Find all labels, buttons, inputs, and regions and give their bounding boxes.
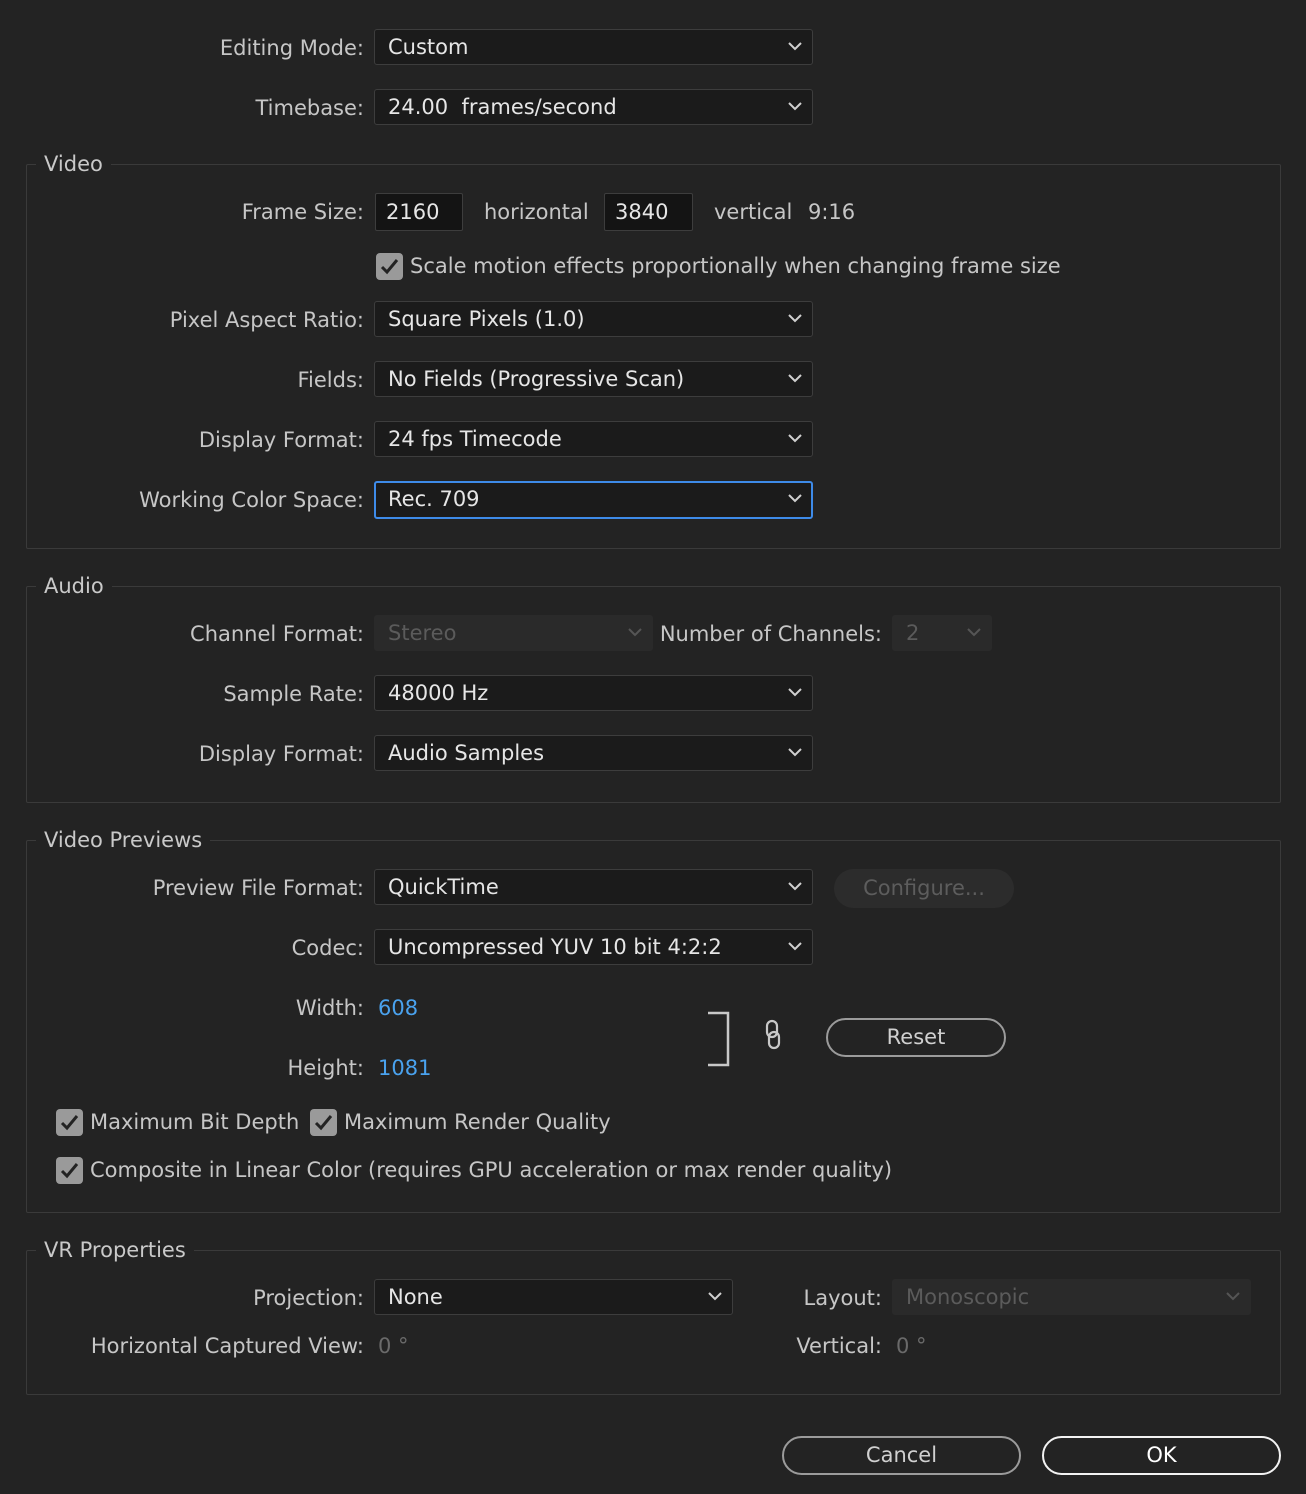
vertical-captured-value: 0 ° [896, 1334, 927, 1358]
checkmark-icon [60, 1163, 79, 1179]
projection-value: None [388, 1285, 443, 1309]
max-bit-depth-checkbox[interactable] [56, 1109, 83, 1136]
chevron-down-icon [708, 1292, 722, 1301]
preview-width-label: Width: [295, 996, 364, 1020]
cancel-button[interactable]: Cancel [782, 1436, 1021, 1475]
layout-value: Monoscopic [906, 1285, 1030, 1309]
color-space-dropdown[interactable]: Rec. 709 [374, 481, 813, 519]
chevron-down-icon [788, 374, 802, 383]
sample-rate-label: Sample Rate: [223, 682, 364, 706]
pixel-aspect-dropdown[interactable]: Square Pixels (1.0) [374, 301, 813, 337]
video-display-format-label: Display Format: [198, 428, 364, 452]
h-captured-view-value: 0 ° [378, 1334, 409, 1358]
editing-mode-value: Custom [388, 35, 469, 59]
vertical-text: vertical [714, 200, 793, 224]
chevron-down-icon [788, 42, 802, 51]
video-display-format-value: 24 fps Timecode [388, 427, 562, 451]
num-channels-value: 2 [906, 621, 920, 645]
chevron-down-icon [628, 628, 642, 637]
preview-file-format-label: Preview File Format: [152, 876, 364, 900]
audio-display-format-dropdown[interactable]: Audio Samples [374, 735, 813, 771]
max-render-quality-checkbox[interactable] [310, 1109, 337, 1136]
color-space-value: Rec. 709 [388, 487, 480, 511]
ok-button[interactable]: OK [1042, 1436, 1281, 1475]
vertical-captured-label: Vertical: [796, 1334, 882, 1358]
codec-dropdown[interactable]: Uncompressed YUV 10 bit 4:2:2 [374, 929, 813, 965]
editing-mode-dropdown[interactable]: Custom [374, 29, 813, 65]
frame-size-label: Frame Size: [241, 200, 364, 224]
frame-width-input[interactable]: 2160 [375, 193, 463, 231]
video-display-format-dropdown[interactable]: 24 fps Timecode [374, 421, 813, 457]
vr-properties-section-title: VR Properties [36, 1235, 194, 1265]
preview-height-value[interactable]: 1081 [378, 1049, 431, 1087]
sample-rate-dropdown[interactable]: 48000 Hz [374, 675, 813, 711]
checkmark-icon [380, 259, 399, 275]
timebase-label: Timebase: [255, 96, 364, 120]
audio-display-format-value: Audio Samples [388, 741, 545, 765]
chevron-down-icon [788, 882, 802, 891]
timebase-value: 24.00 frames/second [388, 95, 617, 119]
projection-dropdown[interactable]: None [374, 1279, 733, 1315]
fields-dropdown[interactable]: No Fields (Progressive Scan) [374, 361, 813, 397]
sample-rate-value: 48000 Hz [388, 681, 489, 705]
h-captured-view-label: Horizontal Captured View: [90, 1334, 364, 1358]
editing-mode-label: Editing Mode: [219, 36, 364, 60]
chevron-down-icon [788, 102, 802, 111]
chevron-down-icon [788, 314, 802, 323]
num-channels-label: Number of Channels: [659, 622, 882, 646]
max-render-quality-label[interactable]: Maximum Render Quality [344, 1103, 611, 1141]
timebase-dropdown[interactable]: 24.00 frames/second [374, 89, 813, 125]
link-constrain-icon[interactable] [762, 1019, 784, 1051]
scale-motion-label[interactable]: Scale motion effects proportionally when… [410, 247, 1061, 285]
chevron-down-icon [788, 434, 802, 443]
channel-format-label: Channel Format: [190, 622, 364, 646]
preview-file-format-dropdown[interactable]: QuickTime [374, 869, 813, 905]
color-space-label: Working Color Space: [139, 488, 364, 512]
aspect-ratio-text: 9:16 [808, 200, 856, 224]
frame-height-input[interactable]: 3840 [604, 193, 693, 231]
chevron-down-icon [788, 942, 802, 951]
layout-dropdown[interactable]: Monoscopic [892, 1279, 1251, 1315]
chevron-down-icon [967, 628, 981, 637]
bracket-icon [708, 1011, 730, 1067]
pixel-aspect-value: Square Pixels (1.0) [388, 307, 585, 331]
composite-linear-checkbox[interactable] [56, 1157, 83, 1184]
composite-linear-label[interactable]: Composite in Linear Color (requires GPU … [90, 1151, 892, 1189]
pixel-aspect-label: Pixel Aspect Ratio: [169, 308, 364, 332]
channel-format-value: Stereo [388, 621, 457, 645]
audio-section-title: Audio [36, 571, 112, 601]
chevron-down-icon [788, 494, 802, 503]
audio-display-format-label: Display Format: [198, 742, 364, 766]
preview-width-value[interactable]: 608 [378, 989, 418, 1027]
layout-label: Layout: [803, 1286, 882, 1310]
chevron-down-icon [788, 688, 802, 697]
configure-button[interactable]: Configure... [834, 869, 1014, 908]
fields-label: Fields: [297, 368, 365, 392]
codec-label: Codec: [291, 936, 364, 960]
codec-value: Uncompressed YUV 10 bit 4:2:2 [388, 935, 722, 959]
preview-file-format-value: QuickTime [388, 875, 499, 899]
num-channels-dropdown[interactable]: 2 [892, 615, 992, 651]
chevron-down-icon [788, 748, 802, 757]
scale-motion-checkbox[interactable] [376, 253, 403, 280]
checkmark-icon [314, 1115, 333, 1131]
video-previews-section-title: Video Previews [36, 825, 211, 855]
vr-properties-section [26, 1250, 1281, 1395]
projection-label: Projection: [253, 1286, 364, 1310]
horizontal-text: horizontal [484, 200, 589, 224]
video-section-title: Video [36, 149, 111, 179]
preview-height-label: Height: [287, 1056, 365, 1080]
reset-button[interactable]: Reset [826, 1018, 1006, 1057]
channel-format-dropdown[interactable]: Stereo [374, 615, 653, 651]
chevron-down-icon [1226, 1292, 1240, 1301]
max-bit-depth-label[interactable]: Maximum Bit Depth [90, 1103, 299, 1141]
fields-value: No Fields (Progressive Scan) [388, 367, 685, 391]
checkmark-icon [60, 1115, 79, 1131]
